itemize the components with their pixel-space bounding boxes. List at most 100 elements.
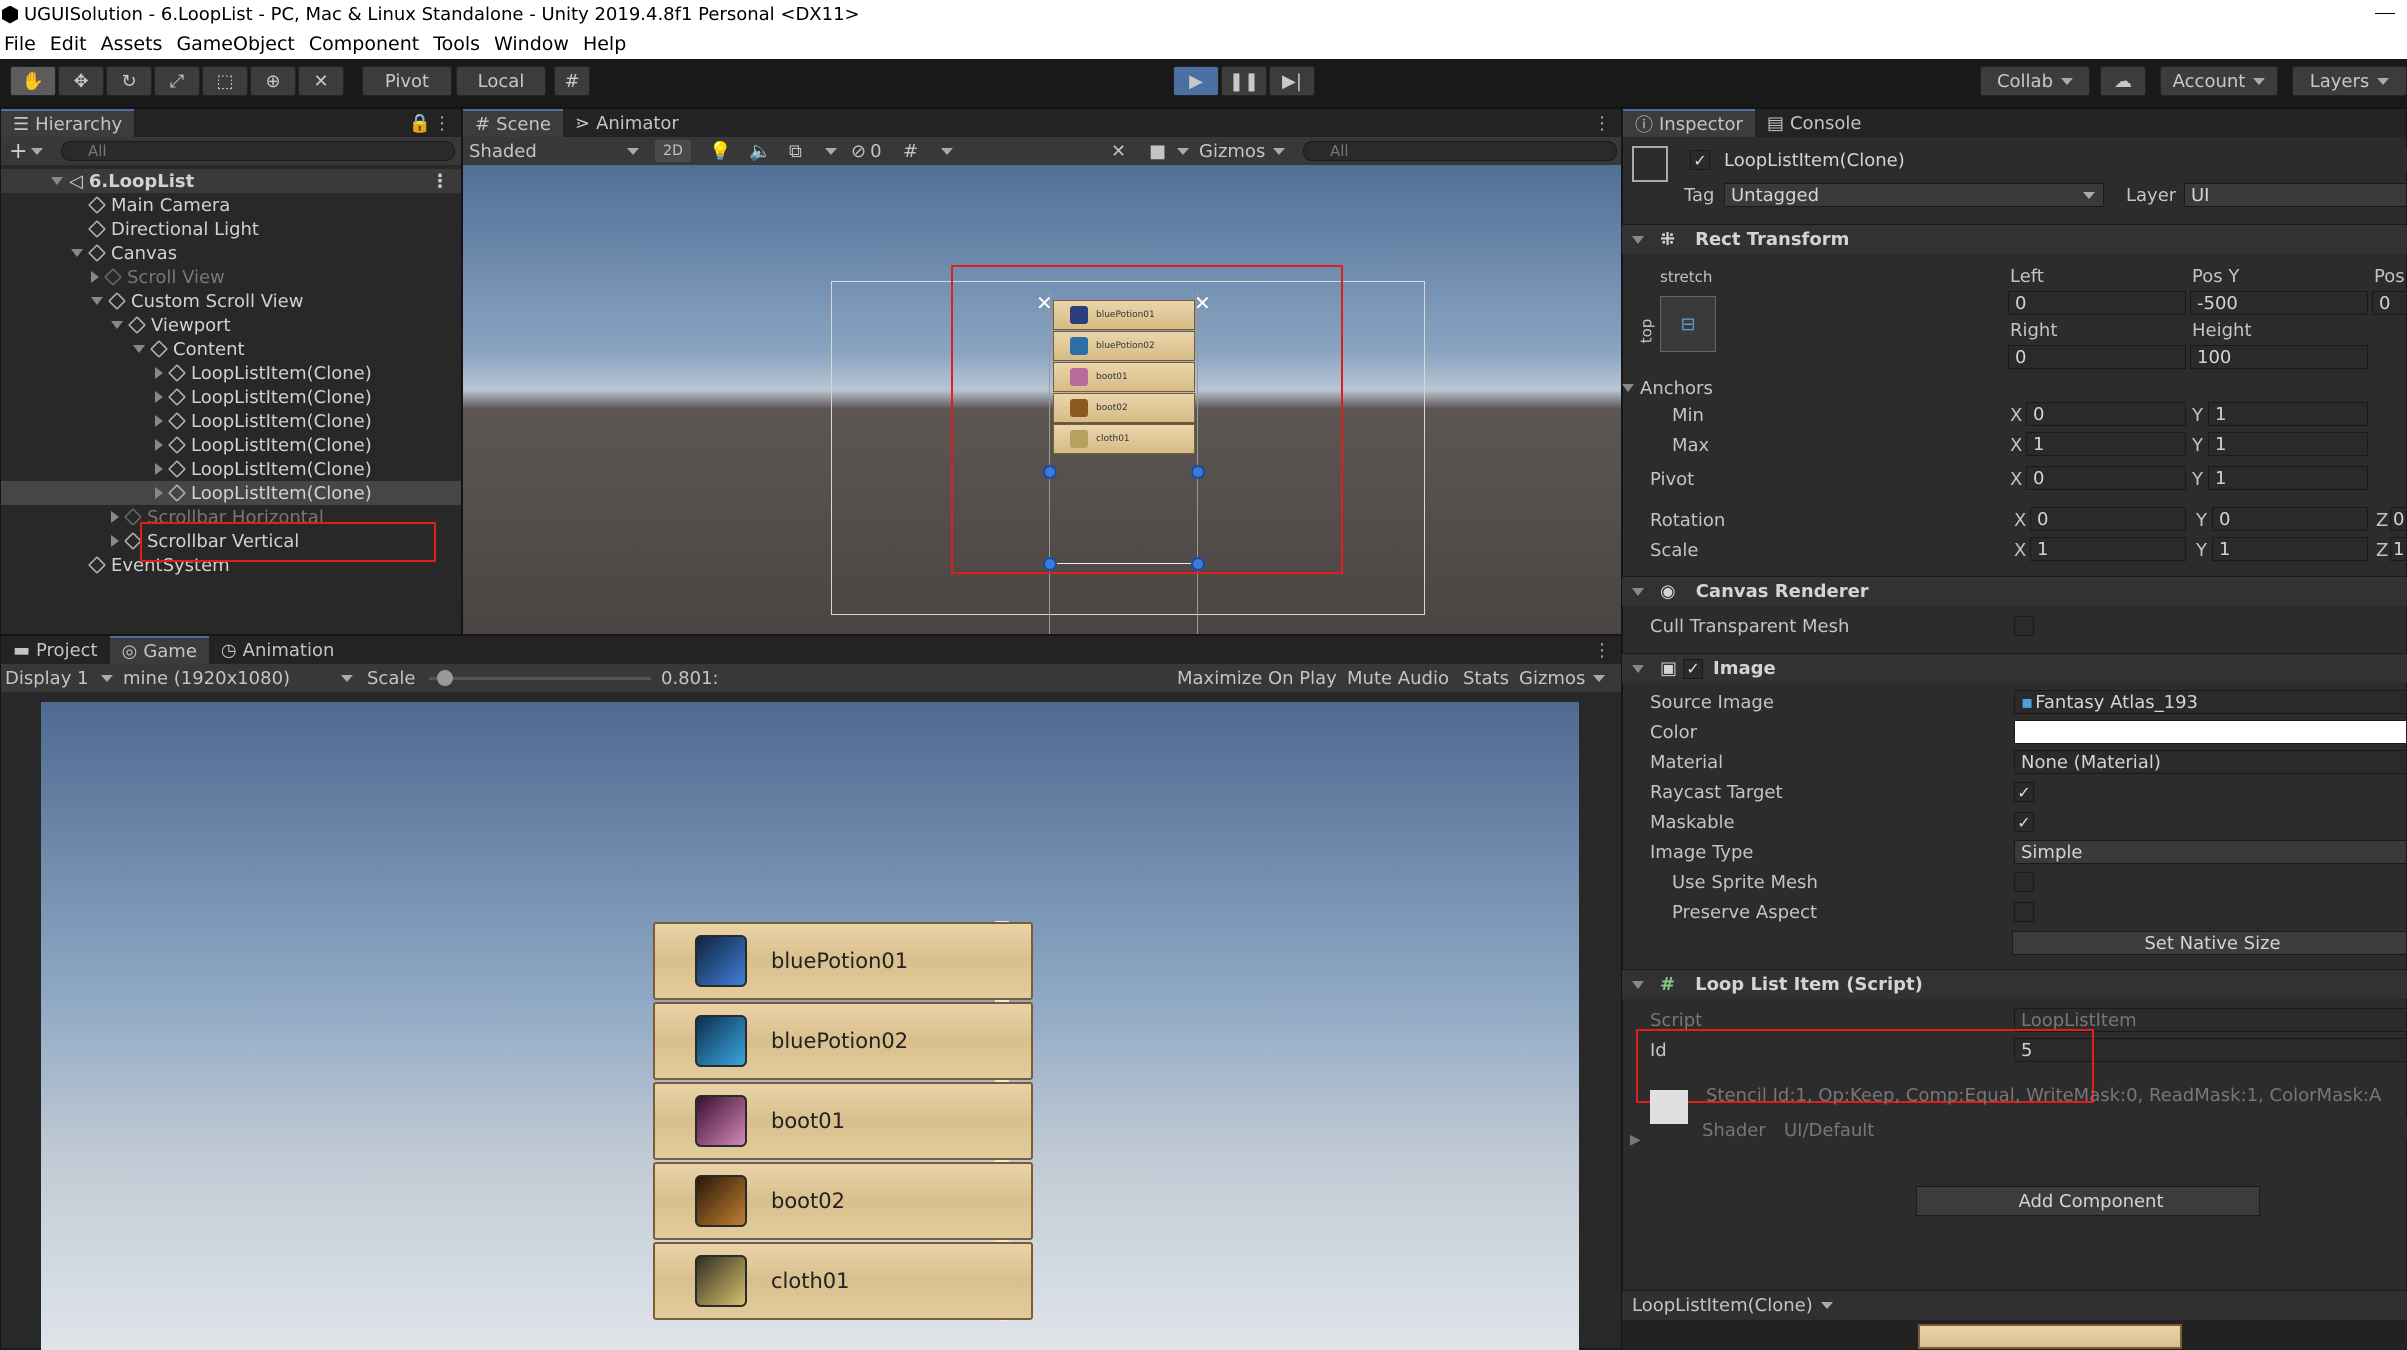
hierarchy-item-viewport[interactable]: Viewport (1, 313, 461, 337)
menu-assets[interactable]: Assets (101, 33, 163, 55)
maskable-checkbox[interactable]: ✓ (2014, 812, 2034, 832)
gizmos-dropdown[interactable]: Gizmos (1199, 141, 1286, 162)
anchor-max-x-input[interactable]: 1 (2026, 432, 2186, 456)
right-input[interactable]: 0 (2008, 345, 2186, 369)
tab-animator[interactable]: ⋗ Animator (563, 109, 691, 137)
transform-tool-icon[interactable]: ⊕ (250, 66, 296, 96)
move-tool-icon[interactable]: ✥ (58, 66, 104, 96)
expand-arrow-icon[interactable] (155, 439, 163, 451)
more-menu-icon[interactable]: ⋮ (1593, 640, 1611, 661)
layer-dropdown[interactable]: UI (2184, 183, 2407, 207)
list-item[interactable]: boot02 (653, 1162, 1033, 1240)
active-checkbox[interactable]: ✓ (1690, 150, 1710, 170)
tab-animation[interactable]: ◷ Animation (209, 636, 347, 664)
lock-icon[interactable]: 🔒 (409, 113, 431, 134)
list-item[interactable]: bluePotion02 (653, 1002, 1033, 1080)
tab-hierarchy[interactable]: ☰ Hierarchy (1, 109, 135, 137)
add-component-button[interactable]: Add Component (1916, 1186, 2260, 1216)
rotation-y-input[interactable]: 0 (2212, 507, 2368, 531)
hierarchy-item-canvas[interactable]: Canvas (1, 241, 461, 265)
resolution-dropdown[interactable]: mine (1920x1080) (123, 668, 353, 689)
cull-mesh-checkbox[interactable] (2014, 616, 2034, 636)
step-button[interactable]: ▶| (1269, 66, 1315, 96)
cloud-icon[interactable]: ☁ (2100, 66, 2146, 96)
object-name-field[interactable]: LoopListItem(Clone) (1718, 148, 2407, 172)
height-input[interactable]: 100 (2190, 345, 2368, 369)
rotation-z-input[interactable]: 0 (2390, 507, 2407, 531)
camera-dropdown-icon[interactable] (1177, 147, 1189, 155)
expand-arrow-icon[interactable] (155, 463, 163, 475)
stats-toggle[interactable]: Stats (1463, 668, 1509, 689)
collapse-arrow-icon[interactable] (1632, 980, 1644, 989)
scene-row[interactable]: ◁ 6.LoopList ⋮ (1, 169, 461, 193)
audio-icon[interactable]: 🔈 (749, 141, 771, 162)
display-dropdown[interactable]: Display 1 (5, 668, 113, 689)
collapse-arrow-icon[interactable] (1622, 384, 1634, 392)
menu-gameobject[interactable]: GameObject (176, 33, 294, 55)
rotation-x-input[interactable]: 0 (2030, 507, 2186, 531)
expand-arrow-icon[interactable] (51, 177, 63, 185)
hierarchy-item-main-camera[interactable]: Main Camera (1, 193, 461, 217)
posz-input[interactable]: 0 (2372, 291, 2407, 315)
image-header[interactable]: ▣ ✓ Image (1622, 653, 2407, 683)
left-input[interactable]: 0 (2008, 291, 2186, 315)
hierarchy-item-looplistitem[interactable]: LoopListItem(Clone) (1, 457, 461, 481)
menu-file[interactable]: File (4, 33, 36, 55)
mute-audio-toggle[interactable]: Mute Audio (1347, 668, 1449, 689)
effects-icon[interactable]: ⧉ (789, 141, 802, 162)
grid-dropdown-icon[interactable] (941, 147, 953, 155)
effects-dropdown-icon[interactable] (825, 147, 837, 155)
tab-game[interactable]: ◎ Game (109, 636, 209, 664)
expand-arrow-icon[interactable] (155, 487, 163, 499)
grid-snap-icon[interactable]: # (554, 66, 590, 96)
lighting-icon[interactable]: 💡 (709, 141, 731, 162)
more-menu-icon[interactable]: ⋮ (433, 113, 451, 134)
anchor-min-y-input[interactable]: 1 (2208, 402, 2368, 426)
expand-arrow-icon[interactable] (111, 511, 119, 523)
tab-scene[interactable]: # Scene (463, 109, 563, 137)
list-item[interactable]: boot01 (653, 1082, 1033, 1160)
loop-list-item-header[interactable]: # Loop List Item (Script) (1622, 969, 2407, 999)
scene-search-input[interactable]: All (1303, 141, 1617, 161)
scale-x-input[interactable]: 1 (2030, 537, 2186, 561)
anchors-foldout[interactable]: Anchors (1622, 375, 1713, 401)
preserve-aspect-checkbox[interactable] (2014, 902, 2034, 922)
create-plus-icon[interactable]: + (9, 139, 27, 164)
shading-mode-dropdown[interactable]: Shaded (469, 141, 639, 162)
scale-z-input[interactable]: 1 (2390, 537, 2407, 561)
collapse-arrow-icon[interactable] (1632, 235, 1644, 244)
color-swatch[interactable] (2014, 720, 2407, 744)
raycast-checkbox[interactable]: ✓ (2014, 782, 2034, 802)
layers-dropdown[interactable]: Layers (2292, 66, 2407, 96)
rotate-tool-icon[interactable]: ↻ (106, 66, 152, 96)
rect-transform-header[interactable]: ⁜ Rect Transform (1622, 224, 2407, 254)
collapse-arrow-icon[interactable] (1632, 664, 1644, 673)
hierarchy-item-looplistitem[interactable]: LoopListItem(Clone) (1, 385, 461, 409)
hierarchy-item-looplistitem-selected[interactable]: LoopListItem(Clone) (1, 481, 461, 505)
scale-slider-thumb[interactable] (436, 670, 453, 686)
hierarchy-item-looplistitem[interactable]: LoopListItem(Clone) (1, 409, 461, 433)
expand-arrow-icon[interactable] (111, 535, 119, 547)
menu-window[interactable]: Window (494, 33, 569, 55)
hierarchy-item-scroll-view[interactable]: Scroll View (1, 265, 461, 289)
hierarchy-item-custom-scroll-view[interactable]: Custom Scroll View (1, 289, 461, 313)
expand-arrow-icon[interactable] (71, 249, 83, 257)
expand-arrow-icon[interactable] (155, 367, 163, 379)
custom-tool-icon[interactable]: ✕ (298, 66, 344, 96)
hierarchy-item-content[interactable]: Content (1, 337, 461, 361)
image-type-dropdown[interactable]: Simple (2014, 840, 2407, 864)
list-item[interactable]: bluePotion01 (653, 922, 1033, 1000)
pivot-y-input[interactable]: 1 (2208, 466, 2368, 490)
rect-tool-icon[interactable]: ⬚ (202, 66, 248, 96)
local-toggle[interactable]: Local (456, 66, 546, 96)
expand-arrow-icon[interactable] (91, 271, 99, 283)
material-field[interactable]: None (Material) (2014, 750, 2407, 774)
tab-inspector[interactable]: ⓘ Inspector (1623, 109, 1755, 137)
tools-icon[interactable]: ✕ (1111, 141, 1126, 162)
hand-tool-icon[interactable]: ✋ (10, 66, 56, 96)
tab-project[interactable]: ▬ Project (1, 636, 110, 664)
minimize-icon[interactable] (2375, 13, 2395, 14)
list-item[interactable]: cloth01 (653, 1242, 1033, 1320)
anchor-min-x-input[interactable]: 0 (2026, 402, 2186, 426)
menu-component[interactable]: Component (309, 33, 419, 55)
